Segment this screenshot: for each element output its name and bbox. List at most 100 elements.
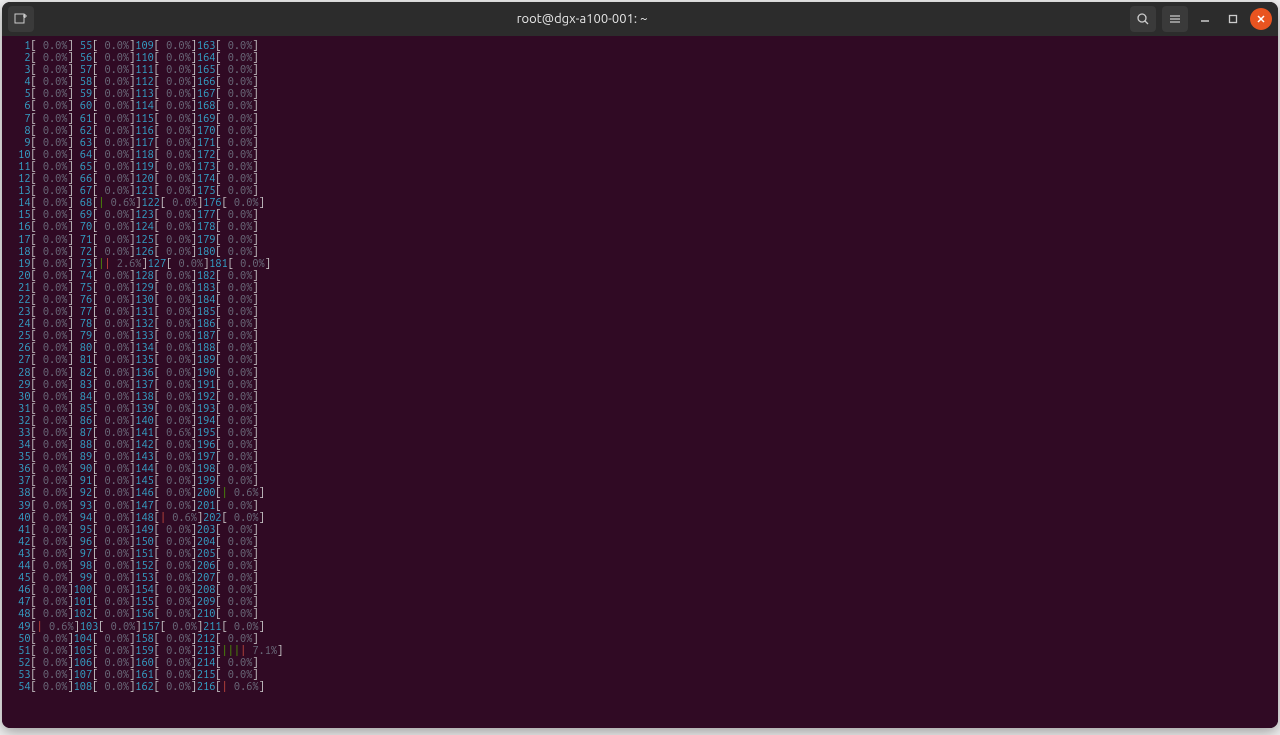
meter-close: ] — [259, 197, 265, 209]
cpu-number: 170 — [197, 125, 215, 137]
cpu-percent: 0.0% — [166, 197, 197, 209]
cpu-percent: 0.0% — [160, 40, 191, 52]
cpu-number: 38 — [12, 487, 30, 499]
close-button[interactable] — [1250, 8, 1272, 30]
cpu-percent: 0.0% — [37, 40, 68, 52]
cpu-percent: 0.0% — [160, 536, 191, 548]
cpu-percent: 0.0% — [37, 270, 68, 282]
cpu-number: 54 — [12, 681, 30, 693]
cpu-percent: 0.0% — [222, 294, 253, 306]
cpu-percent: 0.0% — [160, 294, 191, 306]
cpu-number: 214 — [197, 657, 215, 669]
meter-close: ] — [252, 608, 258, 620]
cpu-percent: 0.0% — [98, 88, 129, 100]
cpu-number: 104 — [74, 633, 92, 645]
cpu-number: 160 — [135, 657, 153, 669]
cpu-percent: 0.0% — [37, 584, 68, 596]
cpu-number: 34 — [12, 439, 30, 451]
cpu-row: 7 [ 0.0%] 61 [ 0.0%] 115 [ 0.0%] 169 [ 0… — [12, 113, 1274, 125]
cpu-number: 95 — [74, 524, 92, 536]
cpu-percent: 0.0% — [222, 161, 253, 173]
cpu-number: 41 — [12, 524, 30, 536]
cpu-percent: 0.0% — [98, 40, 129, 52]
cpu-number: 149 — [135, 524, 153, 536]
cpu-percent: 0.0% — [98, 657, 129, 669]
cpu-percent: 0.0% — [98, 270, 129, 282]
cpu-number: 60 — [74, 100, 92, 112]
cpu-number: 191 — [197, 379, 215, 391]
meter-close: ] — [252, 367, 258, 379]
cpu-number: 143 — [135, 451, 153, 463]
cpu-number: 181 — [209, 258, 227, 270]
cpu-number: 117 — [135, 137, 153, 149]
cpu-number: 77 — [74, 306, 92, 318]
cpu-number: 56 — [74, 52, 92, 64]
meter-close: ] — [252, 137, 258, 149]
cpu-percent: 0.0% — [98, 76, 129, 88]
meter-close: ] — [265, 258, 271, 270]
cpu-number: 134 — [135, 342, 153, 354]
cpu-row: 24 [ 0.0%] 78 [ 0.0%] 132 [ 0.0%] 186 [ … — [12, 318, 1274, 330]
cpu-number: 129 — [135, 282, 153, 294]
maximize-button[interactable] — [1222, 8, 1244, 30]
terminal-content[interactable]: 1 [ 0.0%] 55 [ 0.0%] 109 [ 0.0%] 163 [ 0… — [2, 36, 1278, 728]
meter-close: ] — [252, 125, 258, 137]
cpu-percent: 0.0% — [37, 379, 68, 391]
cpu-percent: 0.0% — [37, 403, 68, 415]
cpu-number: 23 — [12, 306, 30, 318]
cpu-percent: 0.0% — [98, 221, 129, 233]
cpu-number: 96 — [74, 536, 92, 548]
cpu-number: 42 — [12, 536, 30, 548]
cpu-number: 139 — [135, 403, 153, 415]
cpu-number: 37 — [12, 475, 30, 487]
cpu-percent: 0.0% — [160, 88, 191, 100]
cpu-percent: 2.6% — [111, 258, 142, 270]
cpu-percent: 0.0% — [222, 354, 253, 366]
cpu-percent: 0.0% — [222, 633, 253, 645]
titlebar: root@dgx-a100-001: ~ — [2, 2, 1278, 36]
cpu-number: 148 — [135, 512, 153, 524]
cpu-number: 47 — [12, 596, 30, 608]
cpu-number: 204 — [197, 536, 215, 548]
cpu-row: 28 [ 0.0%] 82 [ 0.0%] 136 [ 0.0%] 190 [ … — [12, 367, 1274, 379]
cpu-percent: 0.0% — [37, 524, 68, 536]
cpu-percent: 0.0% — [98, 318, 129, 330]
cpu-number: 71 — [74, 234, 92, 246]
cpu-number: 46 — [12, 584, 30, 596]
cpu-percent: 0.0% — [37, 536, 68, 548]
cpu-percent: 0.0% — [37, 64, 68, 76]
new-tab-button[interactable] — [8, 6, 34, 32]
cpu-number: 119 — [135, 161, 153, 173]
meter-close: ] — [252, 149, 258, 161]
meter-close: ] — [252, 560, 258, 572]
cpu-number: 13 — [12, 185, 30, 197]
meter-close: ] — [252, 354, 258, 366]
cpu-number: 169 — [197, 113, 215, 125]
cpu-percent: 0.0% — [222, 221, 253, 233]
cpu-number: 110 — [135, 52, 153, 64]
cpu-row: 44 [ 0.0%] 98 [ 0.0%] 152 [ 0.0%] 206 [ … — [12, 560, 1274, 572]
cpu-number: 73 — [74, 258, 92, 270]
cpu-row: 39 [ 0.0%] 93 [ 0.0%] 147 [ 0.0%] 201 [ … — [12, 500, 1274, 512]
cpu-row: 35 [ 0.0%] 89 [ 0.0%] 143 [ 0.0%] 197 [ … — [12, 451, 1274, 463]
cpu-row: 38 [ 0.0%] 92 [ 0.0%] 146 [ 0.0%] 200 [|… — [12, 487, 1274, 499]
minimize-button[interactable] — [1194, 8, 1216, 30]
cpu-number: 178 — [197, 221, 215, 233]
cpu-percent: 0.0% — [222, 572, 253, 584]
cpu-number: 100 — [74, 584, 92, 596]
cpu-number: 126 — [135, 246, 153, 258]
cpu-number: 162 — [135, 681, 153, 693]
cpu-number: 212 — [197, 633, 215, 645]
cpu-percent: 0.0% — [37, 88, 68, 100]
cpu-number: 196 — [197, 439, 215, 451]
cpu-number: 151 — [135, 548, 153, 560]
cpu-number: 198 — [197, 463, 215, 475]
cpu-percent: 0.0% — [222, 596, 253, 608]
cpu-percent: 0.0% — [222, 330, 253, 342]
cpu-percent: 0.6% — [160, 427, 191, 439]
menu-button[interactable] — [1162, 6, 1188, 32]
cpu-number: 177 — [197, 209, 215, 221]
cpu-number: 205 — [197, 548, 215, 560]
search-button[interactable] — [1130, 6, 1156, 32]
cpu-row: 29 [ 0.0%] 83 [ 0.0%] 137 [ 0.0%] 191 [ … — [12, 379, 1274, 391]
